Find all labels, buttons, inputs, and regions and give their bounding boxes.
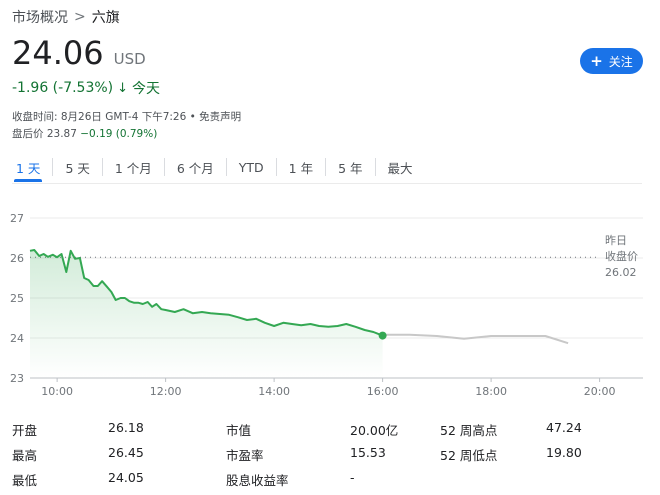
previous-close-label: 昨日 xyxy=(605,234,627,247)
tabs-divider xyxy=(12,183,642,184)
currency-label: USD xyxy=(113,50,146,68)
after-hours-change: −0.19 (0.79%) xyxy=(80,128,158,140)
stat-label: 最低 xyxy=(12,473,38,488)
x-tick-label: 16:00 xyxy=(367,385,399,398)
x-tick-label: 18:00 xyxy=(475,385,507,398)
price-change: -1.96 (-7.53%) ↓ 今天 xyxy=(12,78,160,98)
key-stats: 开盘 26.18 市值 20.00亿 52 周高点 47.24 最高 26.45 市盈率 15.5… xyxy=(12,420,652,489)
stat-value: 26.45 xyxy=(108,445,144,460)
breadcrumb: 市场概况 > 六旗 xyxy=(12,7,120,27)
tab-range-2[interactable]: 1 个月 xyxy=(103,150,164,184)
follow-button[interactable]: + 关注 xyxy=(580,48,643,74)
x-tick-label: 10:00 xyxy=(41,385,73,398)
y-tick-label: 26 xyxy=(10,252,24,265)
change-value: -1.96 (-7.53%) xyxy=(12,80,114,96)
current-price: 24.06 xyxy=(12,34,104,72)
plus-icon: + xyxy=(590,51,603,70)
x-tick-label: 12:00 xyxy=(150,385,182,398)
tab-range-5[interactable]: 1 年 xyxy=(277,150,325,184)
breadcrumb-parent-link[interactable]: 市场概况 xyxy=(12,7,68,27)
stat-value: 26.18 xyxy=(108,420,144,435)
after-hours-line xyxy=(382,333,569,345)
stat-label: 52 周高点 xyxy=(440,423,498,438)
stat-label: 股息收益率 xyxy=(226,473,289,488)
stat-value: 24.05 xyxy=(108,470,144,485)
close-time-text: 收盘时间: 8月26日 GMT-4 下午7:26 • 免责声明 xyxy=(12,109,241,124)
stat-value: - xyxy=(350,470,355,485)
stat-value: 47.24 xyxy=(546,420,582,435)
stat-value: 19.80 xyxy=(546,445,582,460)
change-period: 今天 xyxy=(132,81,161,97)
stat-value: 20.00亿 xyxy=(350,423,399,438)
stat-value: 15.53 xyxy=(350,445,386,460)
y-tick-label: 27 xyxy=(10,212,24,225)
stat-label: 市盈率 xyxy=(226,448,264,463)
tab-range-3[interactable]: 6 个月 xyxy=(165,150,226,184)
tab-range-6[interactable]: 5 年 xyxy=(326,150,374,184)
tab-range-4[interactable]: YTD xyxy=(227,150,276,184)
y-tick-label: 25 xyxy=(10,292,24,305)
range-tabs: 1 天5 天1 个月 6 个月 YTD 1 年5 年最大 xyxy=(0,150,660,184)
breadcrumb-separator: > xyxy=(74,9,86,25)
tab-range-1[interactable]: 5 天 xyxy=(53,150,101,184)
price-chart-svg: 27 26 25 24 23 10:00 12:00 14:00 16:00 18:00 20:00… xyxy=(10,212,643,398)
x-tick-label: 20:00 xyxy=(584,385,616,398)
stat-label: 最高 xyxy=(12,448,38,463)
y-tick-label: 23 xyxy=(10,372,24,385)
stat-label: 52 周低点 xyxy=(440,448,498,463)
x-tick-label: 14:00 xyxy=(258,385,290,398)
after-hours-price: 盘后价 23.87 xyxy=(12,128,77,140)
y-tick-label: 24 xyxy=(10,332,24,345)
price-row: 24.06 USD xyxy=(12,34,146,72)
down-arrow-icon: ↓ xyxy=(117,80,129,96)
after-hours-row: 盘后价 23.87 −0.19 (0.79%) xyxy=(12,126,157,141)
close-time: 收盘时间: 8月26日 GMT-4 下午7:26 • 免责声明 xyxy=(12,111,242,123)
price-chart[interactable]: 27 26 25 24 23 10:00 12:00 14:00 16:00 18:00 20:00… xyxy=(0,200,660,405)
stat-label: 市值 xyxy=(226,423,252,438)
stat-label: 开盘 xyxy=(12,423,38,438)
previous-close-value: 26.02 xyxy=(605,266,637,279)
follow-button-label: 关注 xyxy=(608,54,633,69)
close-point-marker xyxy=(378,331,387,340)
tab-range-7[interactable]: 最大 xyxy=(376,150,425,184)
breadcrumb-current: 六旗 xyxy=(91,10,120,26)
tab-range-0[interactable]: 1 天 xyxy=(4,150,52,184)
previous-close-label: 收盘价 xyxy=(605,249,638,263)
